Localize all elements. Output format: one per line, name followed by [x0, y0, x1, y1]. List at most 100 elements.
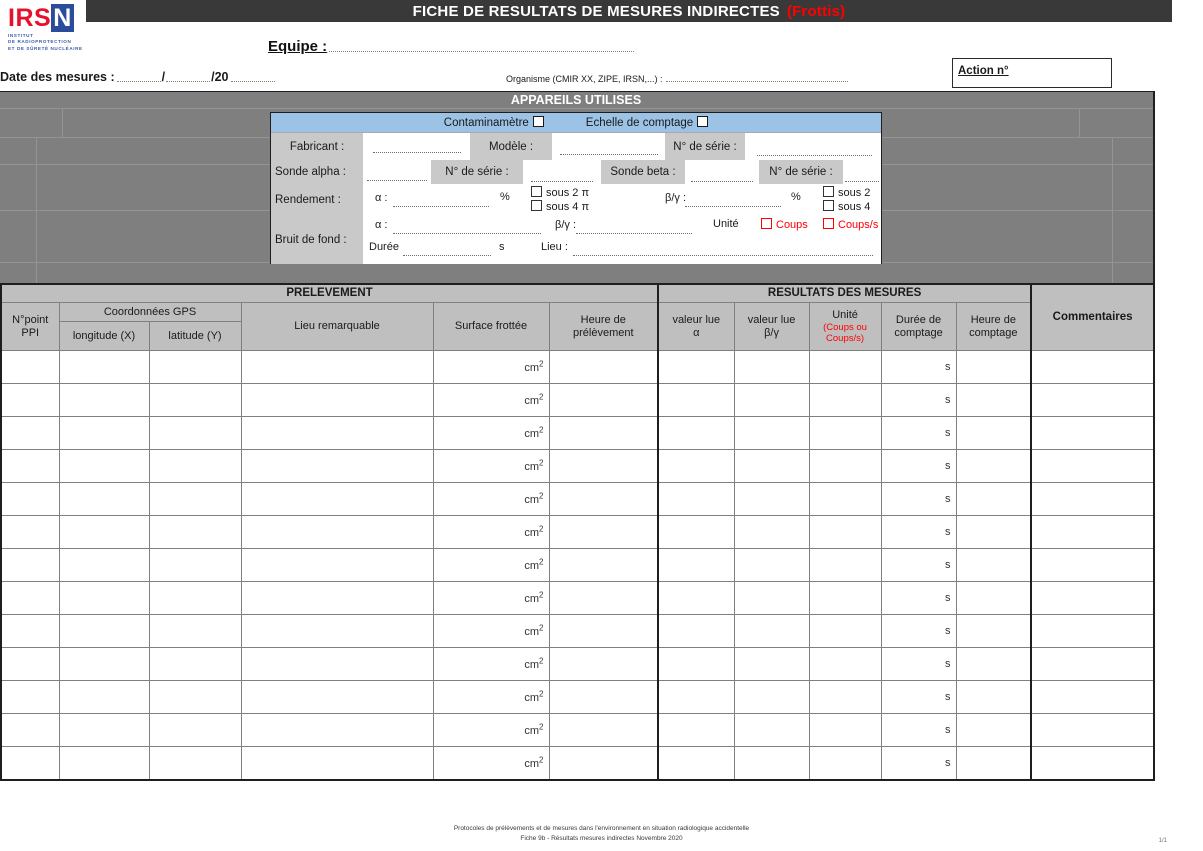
cell-longitude[interactable] — [59, 648, 149, 681]
cell-heure-prelevement[interactable] — [549, 351, 658, 384]
cell-valeur-alpha[interactable] — [658, 714, 734, 747]
cell-valeur-alpha[interactable] — [658, 384, 734, 417]
cell-commentaires[interactable] — [1031, 450, 1154, 483]
cell-duree-comptage[interactable]: s — [881, 681, 956, 714]
cell-latitude[interactable] — [149, 516, 241, 549]
cell-surface[interactable]: cm2 — [433, 549, 549, 582]
cell-heure-comptage[interactable] — [956, 483, 1031, 516]
action-number-box[interactable]: Action n° — [952, 58, 1112, 88]
cell-heure-comptage[interactable] — [956, 681, 1031, 714]
rendement-beta-input[interactable] — [685, 205, 781, 207]
cell-duree-comptage[interactable]: s — [881, 648, 956, 681]
cell-duree-comptage[interactable]: s — [881, 483, 956, 516]
serie-input-2[interactable] — [531, 180, 593, 182]
date-year-input[interactable] — [231, 72, 275, 82]
cell-commentaires[interactable] — [1031, 615, 1154, 648]
cell-heure-prelevement[interactable] — [549, 549, 658, 582]
cell-valeur-alpha[interactable] — [658, 648, 734, 681]
cell-longitude[interactable] — [59, 351, 149, 384]
cell-duree-comptage[interactable]: s — [881, 747, 956, 781]
cell-npoint[interactable] — [1, 549, 59, 582]
cell-longitude[interactable] — [59, 384, 149, 417]
cell-heure-prelevement[interactable] — [549, 384, 658, 417]
date-month-input[interactable] — [166, 72, 210, 82]
cell-longitude[interactable] — [59, 681, 149, 714]
cell-npoint[interactable] — [1, 516, 59, 549]
cell-longitude[interactable] — [59, 747, 149, 781]
cell-commentaires[interactable] — [1031, 747, 1154, 781]
cell-commentaires[interactable] — [1031, 516, 1154, 549]
cell-commentaires[interactable] — [1031, 582, 1154, 615]
cell-heure-prelevement[interactable] — [549, 615, 658, 648]
sonde-beta-input-cell[interactable] — [685, 160, 759, 184]
cell-unite[interactable] — [809, 714, 881, 747]
unite-coups-s-checkbox[interactable] — [823, 218, 834, 229]
cell-latitude[interactable] — [149, 450, 241, 483]
cell-surface[interactable]: cm2 — [433, 648, 549, 681]
cell-lieu[interactable] — [241, 417, 433, 450]
cell-duree-comptage[interactable]: s — [881, 714, 956, 747]
cell-npoint[interactable] — [1, 582, 59, 615]
cell-longitude[interactable] — [59, 582, 149, 615]
cell-heure-comptage[interactable] — [956, 351, 1031, 384]
cell-lieu[interactable] — [241, 351, 433, 384]
cell-valeur-beta[interactable] — [734, 384, 809, 417]
fabricant-input[interactable] — [373, 151, 461, 153]
cell-valeur-alpha[interactable] — [658, 747, 734, 781]
cell-heure-comptage[interactable] — [956, 747, 1031, 781]
cell-valeur-alpha[interactable] — [658, 681, 734, 714]
cell-heure-prelevement[interactable] — [549, 582, 658, 615]
cell-lieu[interactable] — [241, 483, 433, 516]
cell-heure-comptage[interactable] — [956, 582, 1031, 615]
cell-longitude[interactable] — [59, 450, 149, 483]
cell-unite[interactable] — [809, 483, 881, 516]
cell-commentaires[interactable] — [1031, 648, 1154, 681]
lieu-input[interactable] — [573, 254, 873, 256]
cell-heure-comptage[interactable] — [956, 450, 1031, 483]
cell-unite[interactable] — [809, 417, 881, 450]
cell-duree-comptage[interactable]: s — [881, 516, 956, 549]
cell-unite[interactable] — [809, 648, 881, 681]
cell-unite[interactable] — [809, 681, 881, 714]
cell-unite[interactable] — [809, 582, 881, 615]
cell-surface[interactable]: cm2 — [433, 747, 549, 781]
cell-longitude[interactable] — [59, 714, 149, 747]
cell-surface[interactable]: cm2 — [433, 615, 549, 648]
cell-longitude[interactable] — [59, 549, 149, 582]
cell-npoint[interactable] — [1, 450, 59, 483]
rendement-beta-sous2pi-checkbox[interactable] — [823, 186, 834, 197]
cell-longitude[interactable] — [59, 417, 149, 450]
contaminametre-option[interactable]: Contaminamètre — [444, 116, 544, 129]
echelle-comptage-checkbox[interactable] — [697, 116, 708, 127]
cell-npoint[interactable] — [1, 351, 59, 384]
cell-heure-prelevement[interactable] — [549, 516, 658, 549]
cell-latitude[interactable] — [149, 747, 241, 781]
cell-valeur-alpha[interactable] — [658, 351, 734, 384]
date-day-input[interactable] — [117, 72, 161, 82]
cell-latitude[interactable] — [149, 483, 241, 516]
cell-lieu[interactable] — [241, 582, 433, 615]
cell-commentaires[interactable] — [1031, 483, 1154, 516]
cell-valeur-alpha[interactable] — [658, 582, 734, 615]
cell-heure-prelevement[interactable] — [549, 483, 658, 516]
bruit-beta-input[interactable] — [576, 232, 692, 234]
unite-coups-s-option[interactable]: Coups/s — [823, 218, 878, 231]
rendement-alpha-sous2pi-checkbox[interactable] — [531, 186, 542, 197]
cell-valeur-alpha[interactable] — [658, 516, 734, 549]
cell-heure-comptage[interactable] — [956, 714, 1031, 747]
cell-longitude[interactable] — [59, 516, 149, 549]
cell-commentaires[interactable] — [1031, 384, 1154, 417]
cell-lieu[interactable] — [241, 549, 433, 582]
cell-heure-comptage[interactable] — [956, 384, 1031, 417]
cell-lieu[interactable] — [241, 615, 433, 648]
cell-duree-comptage[interactable]: s — [881, 582, 956, 615]
cell-surface[interactable]: cm2 — [433, 417, 549, 450]
cell-commentaires[interactable] — [1031, 417, 1154, 450]
cell-heure-comptage[interactable] — [956, 615, 1031, 648]
organisme-input[interactable] — [666, 72, 848, 82]
cell-heure-comptage[interactable] — [956, 549, 1031, 582]
cell-valeur-alpha[interactable] — [658, 615, 734, 648]
cell-heure-prelevement[interactable] — [549, 747, 658, 781]
rendement-alpha-sous4pi[interactable]: sous 4 π — [531, 200, 589, 213]
cell-valeur-alpha[interactable] — [658, 450, 734, 483]
